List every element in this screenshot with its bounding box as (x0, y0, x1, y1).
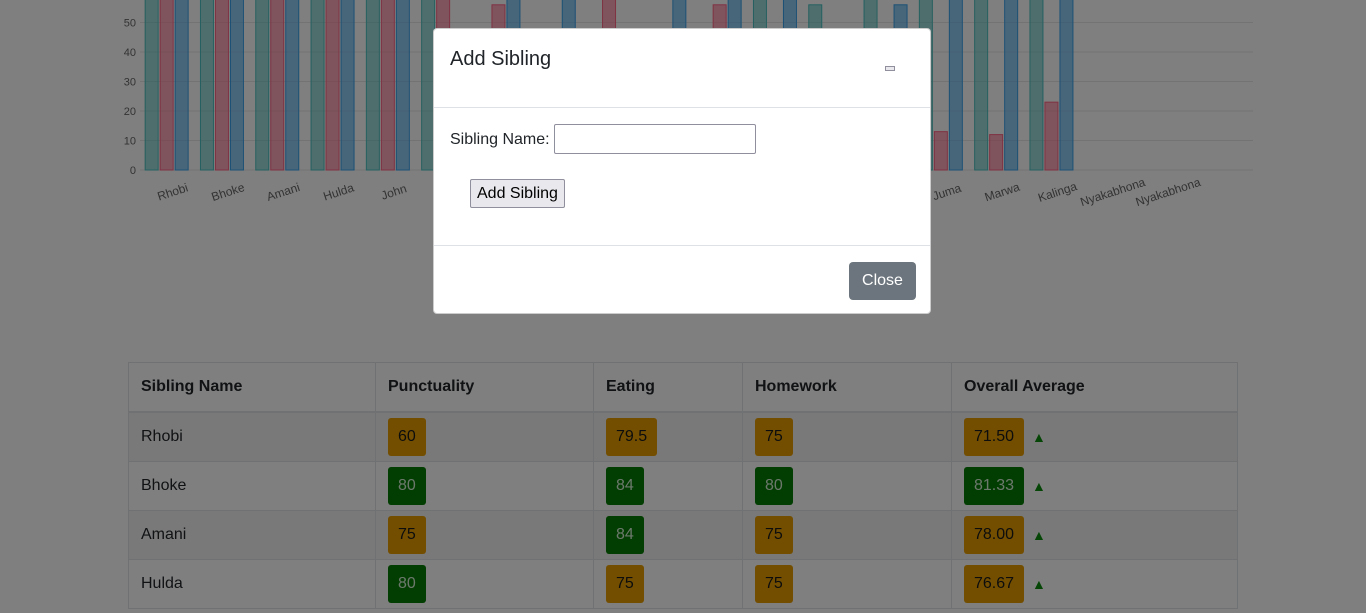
close-icon[interactable] (885, 66, 895, 71)
modal-footer: Close (434, 246, 930, 316)
modal-header: Add Sibling (434, 29, 930, 108)
add-sibling-dialog: Add Sibling Sibling Name: Add Sibling Cl… (433, 28, 931, 314)
modal-title: Add Sibling (450, 48, 552, 70)
sibling-name-label: Sibling Name: (450, 131, 550, 148)
modal-body: Sibling Name: Add Sibling (434, 108, 930, 246)
close-button[interactable]: Close (849, 262, 916, 300)
add-sibling-button[interactable]: Add Sibling (470, 179, 565, 208)
sibling-name-input[interactable] (554, 124, 756, 154)
